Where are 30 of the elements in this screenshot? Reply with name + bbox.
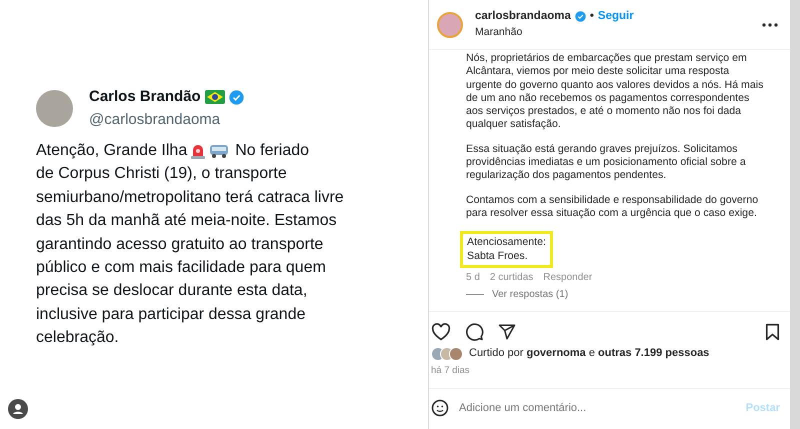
comment-paragraph: Nós, proprietários de embarcações que prestam serviço em Alcântara, viemos por meio deste solicitar uma resposta urgente do governo quanto aos valores devidos a nós. Há mais de um ano não recebemos os pagamentos correspondentes aos serviços prestados, e até o momento não nos foi dada qualquer satisfação. xyxy=(466,52,764,132)
comment-paragraph: Essa situação está gerando graves prejuízos. Solicitamos providências imediatas e um posicionamento oficial sobre a regularização dos pagamentos pendentes. xyxy=(466,142,747,183)
likes-text: Curtido por governoma e outras 7.199 pessoas xyxy=(469,346,710,362)
follow-button[interactable]: Seguir xyxy=(598,8,634,26)
user-icon[interactable] xyxy=(8,399,28,419)
location-label: Maranhão xyxy=(475,25,524,40)
bus-icon xyxy=(209,142,230,159)
author-handle: @carlosbrandaoma xyxy=(89,110,222,130)
separator-dot: • xyxy=(590,9,594,24)
comment-paragraph: Contamos com a sensibilidade e responsabilidade do governo para resolver essa situação com a urgência que o caso exige. xyxy=(466,194,760,220)
tweet-text: Atenção, Grande Ilha xyxy=(36,141,188,161)
signature-line: Atenciosamente: xyxy=(467,236,546,250)
reply-link[interactable]: Responder xyxy=(543,270,592,284)
author-name: Carlos Brandão xyxy=(89,87,201,107)
tweet-text: No feriado xyxy=(235,141,310,161)
comment-time: 5 d xyxy=(466,270,480,284)
emoji-icon[interactable] xyxy=(431,399,449,417)
more-options-icon[interactable] xyxy=(762,22,778,26)
signature-line: Sabta Froes. xyxy=(467,250,529,263)
avatar-circle xyxy=(36,90,73,127)
view-replies-link[interactable]: Ver respostas (1) xyxy=(492,288,568,302)
flag-icon xyxy=(204,90,225,104)
comment-icon[interactable] xyxy=(465,322,484,342)
post-date: há 7 dias xyxy=(430,364,471,378)
send-icon[interactable] xyxy=(498,322,516,341)
likes-count-link[interactable]: 2 curtidas xyxy=(490,270,534,284)
heart-icon[interactable] xyxy=(431,322,451,341)
bookmark-icon[interactable] xyxy=(765,322,780,341)
username[interactable]: carlosbrandaoma xyxy=(475,8,571,26)
tweet-text: de Corpus Christi (19), o transporte semiurbano/metropolitano terá catraca livre das 5h da manhã até meia-noite. Estamos garantindo acesso gratuito ao transporte público e com mais facilidade para quem precisa se deslocar durante esta data, inclusive para participar dessa grande celebração. xyxy=(36,164,345,348)
